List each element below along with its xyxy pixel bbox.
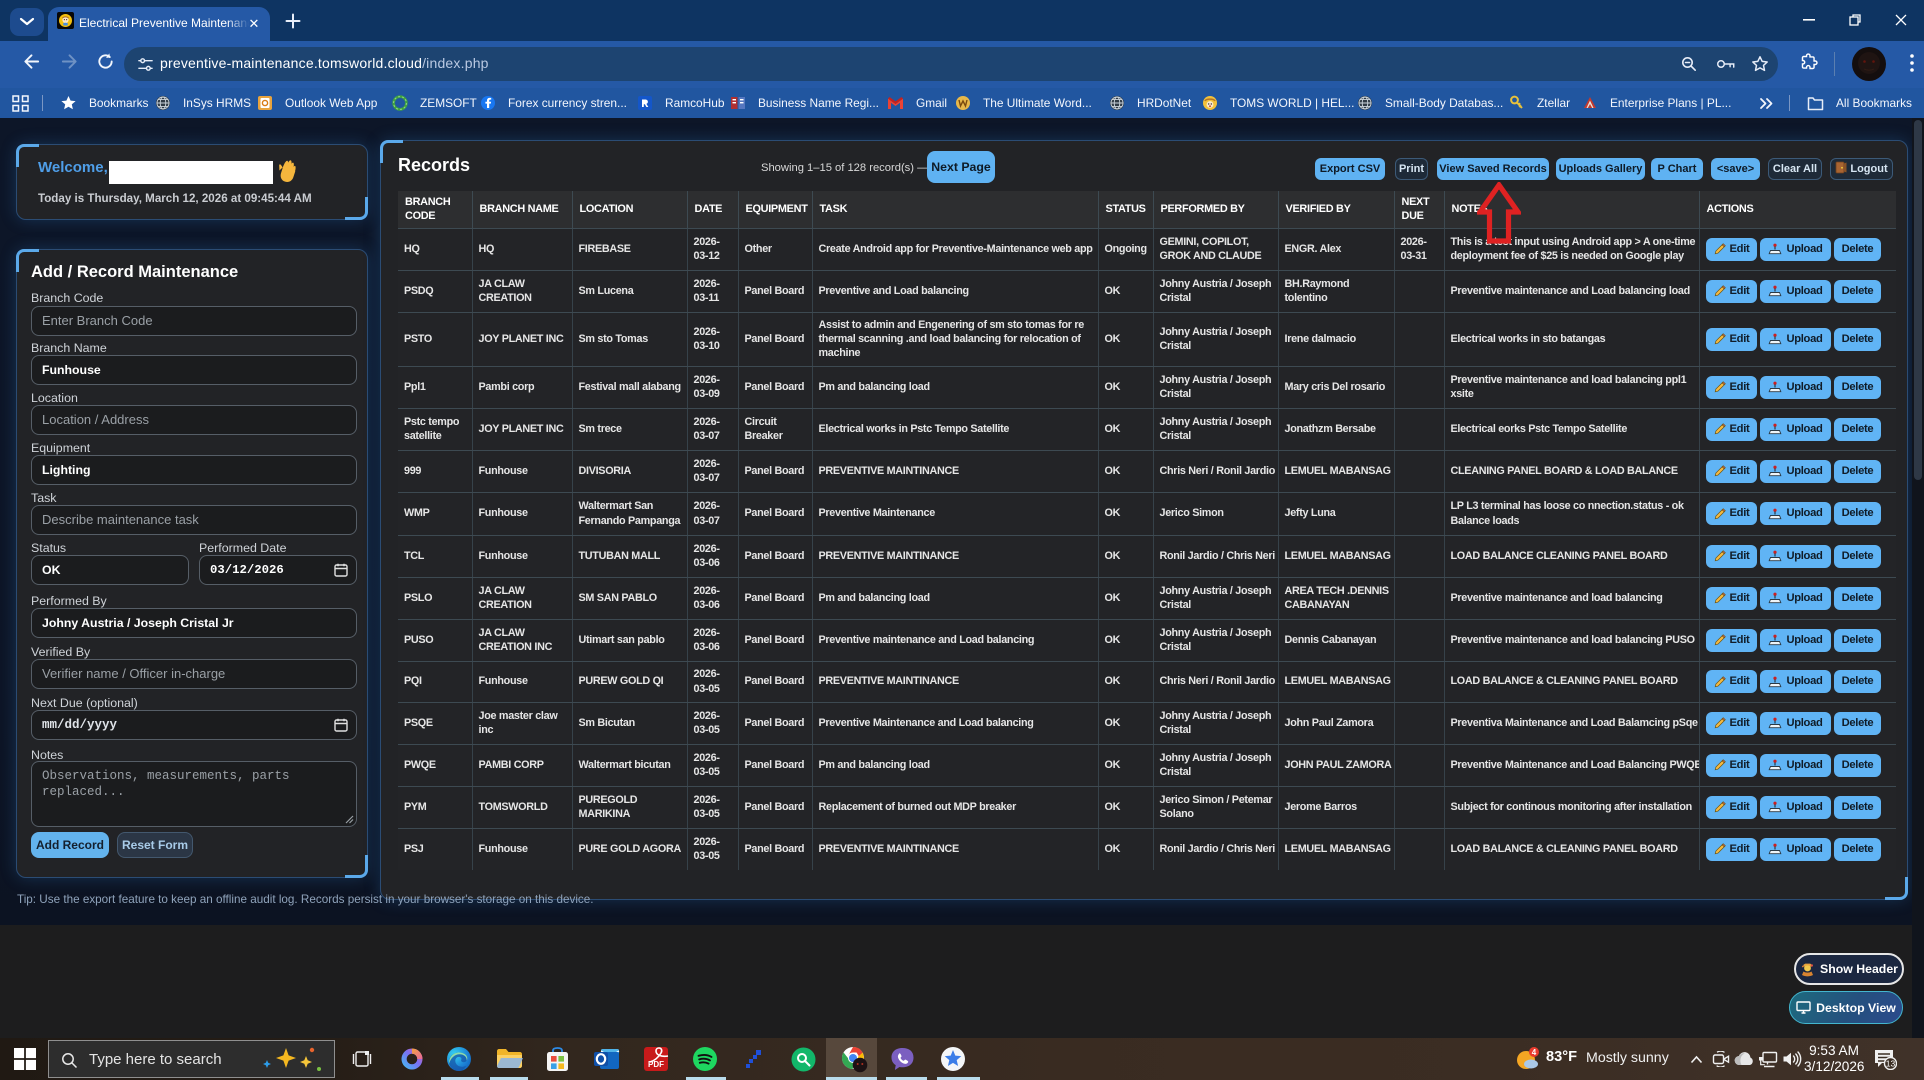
svg-text:PDF: PDF [648,1060,664,1069]
svg-text:13: 13 [1886,1059,1896,1069]
svg-text:4: 4 [1532,1048,1537,1057]
